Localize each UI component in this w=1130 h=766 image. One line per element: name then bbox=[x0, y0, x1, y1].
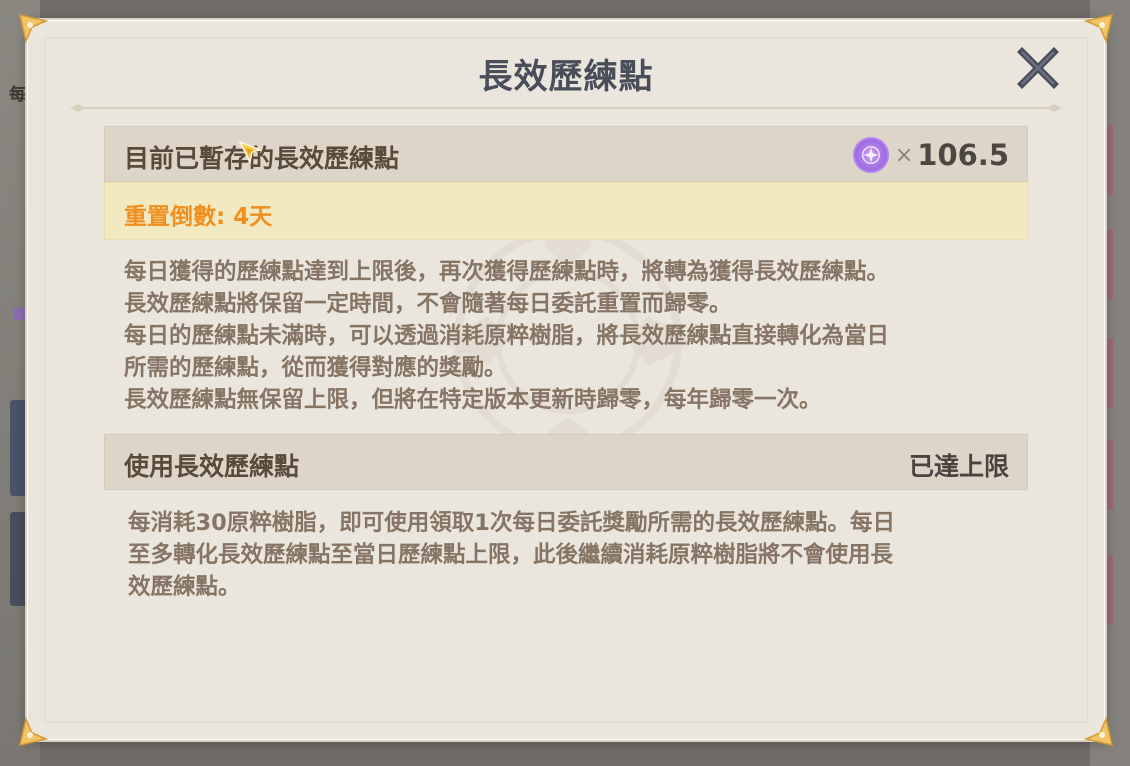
corner-ornament-icon bbox=[1084, 13, 1114, 43]
background-strip bbox=[1105, 555, 1113, 625]
corner-ornament-icon bbox=[18, 717, 48, 747]
dialog-title: 長效歷練點 bbox=[478, 57, 654, 97]
background-strip bbox=[1105, 230, 1113, 300]
background-marker bbox=[14, 308, 28, 320]
description-line: 每日的歷練點未滿時，可以透過消耗原粹樹脂，將長效歷練點直接轉化為當日 bbox=[124, 323, 890, 349]
times-symbol: × bbox=[894, 142, 914, 168]
description-line: 效歷練點。 bbox=[128, 574, 241, 600]
stored-points-description: 每日獲得的歷練點達到上限後，再次獲得歷練點時，將轉為獲得長效歷練點。 長效歷練點… bbox=[124, 256, 1014, 416]
stored-points-value: 106.5 bbox=[917, 138, 1009, 172]
purple-star-orb-icon bbox=[852, 137, 889, 173]
title-divider bbox=[70, 104, 1062, 112]
cursor-icon bbox=[238, 140, 262, 164]
background-strip bbox=[1105, 338, 1113, 408]
stored-points-amount: × 106.5 bbox=[852, 135, 1009, 175]
corner-ornament-icon bbox=[1084, 717, 1114, 747]
background-strip bbox=[1105, 125, 1113, 195]
description-line: 至多轉化長效歷練點至當日歷練點上限，此後繼續消耗原粹樹脂將不會使用長 bbox=[128, 542, 894, 568]
background-label: 每 bbox=[9, 85, 26, 105]
description-line: 每日獲得的歷練點達到上限後，再次獲得歷練點時，將轉為獲得長效歷練點。 bbox=[124, 259, 890, 285]
close-x-icon bbox=[1017, 47, 1059, 89]
reset-countdown-bar: 重置倒數: 4天 bbox=[104, 182, 1028, 240]
close-button[interactable] bbox=[1016, 46, 1060, 90]
reset-countdown-text: 重置倒數: 4天 bbox=[124, 204, 273, 230]
use-points-header: 使用長效歷練點 已達上限 bbox=[104, 434, 1028, 490]
corner-ornament-icon bbox=[18, 13, 48, 43]
description-line: 長效歷練點無保留上限，但將在特定版本更新時歸零，每年歸零一次。 bbox=[124, 387, 822, 413]
description-line: 每消耗30原粹樹脂，即可使用領取1次每日委託獎勵所需的長效歷練點。每日 bbox=[128, 510, 895, 536]
background-strip bbox=[1105, 440, 1113, 510]
info-dialog: 長效歷練點 目前已暫存的長效歷練點 × 106.5 重置倒數: 4天 每日獲得的… bbox=[18, 13, 1114, 747]
use-points-description: 每消耗30原粹樹脂，即可使用領取1次每日委託獎勵所需的長效歷練點。每日 至多轉化… bbox=[128, 507, 1013, 603]
description-line: 所需的歷練點，從而獲得對應的獎勵。 bbox=[124, 355, 507, 381]
limit-status-text: 已達上限 bbox=[908, 452, 1009, 481]
use-points-label: 使用長效歷練點 bbox=[124, 452, 300, 481]
description-line: 長效歷練點將保留一定時間，不會隨著每日委託重置而歸零。 bbox=[124, 291, 732, 317]
